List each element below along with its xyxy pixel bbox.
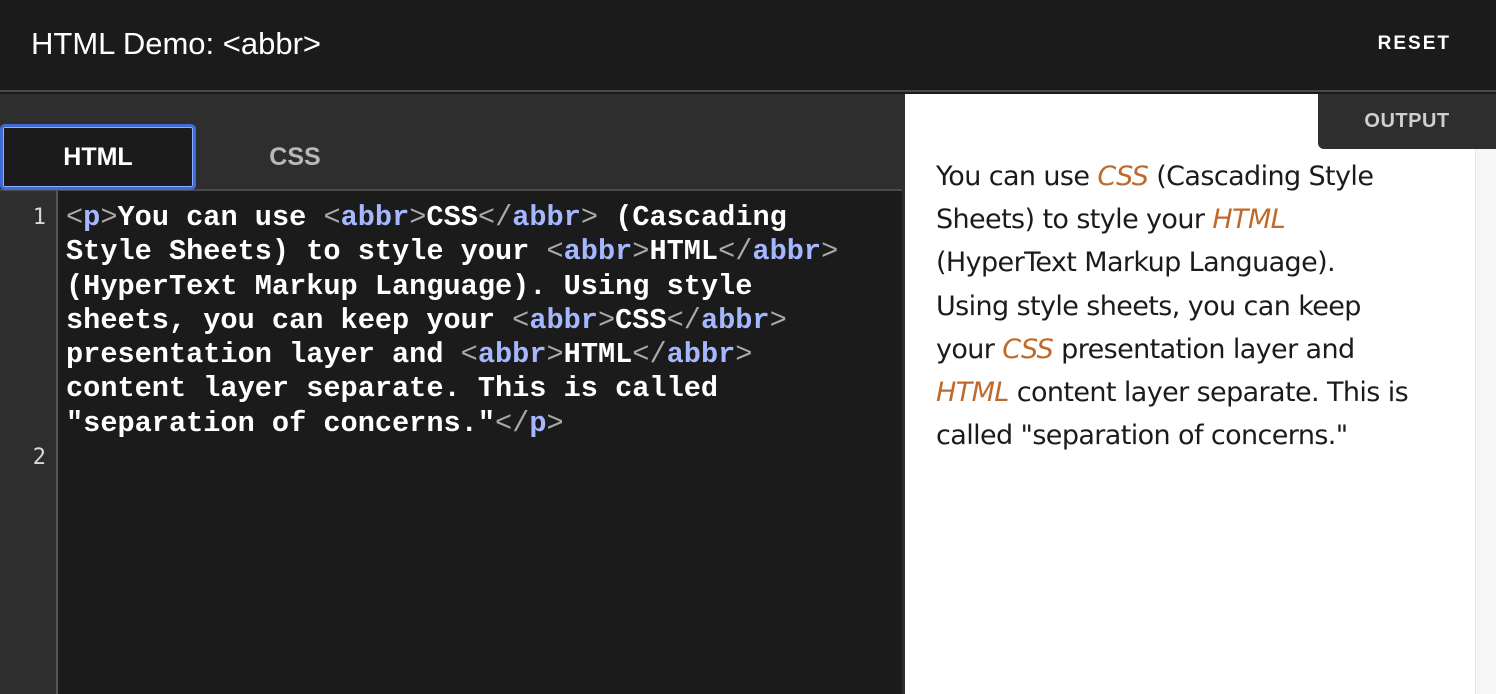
- code-line: sheets, you can keep your <abbr>CSS</abb…: [66, 304, 886, 338]
- reset-button[interactable]: RESET: [1378, 30, 1451, 58]
- output-line: your CSS presentation layer and: [936, 328, 1456, 371]
- output-text: Sheets) to style your: [936, 204, 1213, 236]
- code-token-tag-name: abbr: [752, 235, 822, 269]
- code-token-text: HTML: [649, 235, 719, 269]
- code-token-text: CSS: [615, 303, 667, 337]
- code-token-tag-punct: <: [66, 201, 84, 234]
- code-token-tag-name: p: [529, 406, 547, 440]
- output-panel: OUTPUT You can use CSS (Cascading Style S…: [902, 94, 1496, 694]
- output-text: presentation layer and: [1053, 333, 1355, 365]
- output-line: (HyperText Markup Language).: [936, 241, 1456, 284]
- code-token-tag-punct: </: [632, 338, 667, 372]
- code-token-tag-punct: </: [666, 303, 701, 337]
- code-line: <p>You can use <abbr>CSS</abbr> (Cascadi…: [66, 201, 886, 235]
- output-text: You can use: [936, 161, 1098, 192]
- code-token-text: presentation layer and: [66, 338, 461, 372]
- abbr-text: CSS: [1097, 161, 1149, 192]
- output-text: (Cascading Style: [1148, 161, 1374, 192]
- output-label: OUTPUT: [1318, 94, 1496, 149]
- output-line: Using style sheets, you can keep: [936, 285, 1456, 328]
- output-line: called "separation of concerns.": [936, 414, 1456, 457]
- code-line: presentation layer and <abbr>HTML</abbr>: [66, 338, 886, 372]
- page-title: HTML Demo: <abbr>: [31, 26, 322, 61]
- tab-css[interactable]: CSS: [197, 124, 393, 190]
- line-number: 1: [32, 205, 46, 230]
- code-token-text: sheets, you can keep your: [66, 303, 513, 337]
- code-token-tag-punct: >: [100, 201, 118, 234]
- code-token-tag-name: abbr: [340, 201, 410, 234]
- code-token-text: Style Sheets) to style your: [66, 235, 547, 269]
- demo-header: HTML Demo: <abbr> RESET: [0, 0, 1496, 92]
- code-token-tag-punct: >: [409, 201, 427, 234]
- code-token-tag-punct: >: [821, 235, 839, 269]
- line-number-gutter: 1 2: [0, 191, 58, 694]
- code-token-tag-name: abbr: [666, 338, 736, 372]
- code-line: "separation of concerns."</p>: [66, 407, 886, 441]
- abbr-text: HTML: [1212, 204, 1286, 236]
- code-token-text: "separation of concerns.": [66, 406, 495, 440]
- code-token-tag-punct: <: [460, 338, 478, 372]
- code-area[interactable]: 1 2 <p>You can use <abbr>CSS</abbr> (Cas…: [0, 191, 902, 694]
- code-token-tag-punct: >: [735, 338, 753, 372]
- code-token-tag-punct: >: [769, 303, 787, 337]
- editor-tab-bar: HTML CSS: [0, 94, 902, 191]
- code-token-text: CSS: [426, 201, 478, 234]
- code-token-tag-name: abbr: [512, 201, 581, 234]
- code-token-text: content layer separate. This is called: [66, 372, 719, 406]
- code-line: Style Sheets) to style your <abbr>HTML</…: [66, 235, 886, 269]
- line-number: 2: [32, 445, 46, 470]
- output-line: HTML content layer separate. This is: [936, 371, 1456, 414]
- code-token-text: (Cascading: [598, 201, 787, 234]
- output-text: Using style sheets, you can keep: [936, 290, 1361, 322]
- abbr-text: HTML: [936, 377, 1009, 409]
- output-text: (HyperText Markup Language).: [936, 247, 1336, 279]
- code-token-tag-punct: <: [512, 303, 530, 337]
- output-line: You can use CSS (Cascading Style: [936, 155, 1456, 198]
- code-token-tag-punct: >: [632, 235, 650, 269]
- code-token-tag-punct: <: [323, 201, 341, 234]
- tab-html[interactable]: HTML: [0, 124, 196, 190]
- output-line: Sheets) to style your HTML: [936, 198, 1456, 241]
- code-token-tag-name: abbr: [700, 303, 770, 337]
- code-token-tag-punct: >: [546, 338, 564, 372]
- rendered-output: You can use CSS (Cascading Style Sheets) …: [936, 155, 1456, 457]
- code-token-tag-punct: >: [597, 303, 616, 337]
- code-token-tag-punct: </: [718, 235, 753, 269]
- output-scrollbar[interactable]: [1475, 94, 1496, 694]
- code-token-tag-name: p: [83, 201, 101, 234]
- code-line: content layer separate. This is called: [66, 372, 886, 406]
- code-token-tag-name: abbr: [477, 338, 547, 372]
- code-token-tag-punct: </: [477, 201, 513, 234]
- code-editor-panel: HTML CSS 1 2 <p>You can use <abbr>CSS</a…: [0, 94, 902, 694]
- code-token-tag-name: abbr: [563, 235, 633, 269]
- abbr-text: CSS: [1002, 333, 1054, 365]
- code-token-tag-punct: >: [546, 406, 564, 440]
- code-token-tag-name: abbr: [529, 303, 598, 337]
- output-text: called "separation of concerns.": [936, 420, 1348, 452]
- code-line: (HyperText Markup Language). Using style: [66, 270, 886, 304]
- code-text[interactable]: <p>You can use <abbr>CSS</abbr> (Cascadi…: [66, 201, 886, 441]
- code-token-tag-punct: </: [494, 406, 530, 440]
- code-token-text: (HyperText Markup Language). Using style: [66, 269, 753, 303]
- code-token-text: You can use: [117, 201, 324, 234]
- code-token-text: HTML: [563, 338, 633, 372]
- output-text: content layer separate. This is: [1008, 377, 1409, 409]
- code-token-tag-punct: <: [546, 235, 564, 269]
- code-token-tag-punct: >: [580, 201, 599, 234]
- output-text: your: [936, 333, 1003, 365]
